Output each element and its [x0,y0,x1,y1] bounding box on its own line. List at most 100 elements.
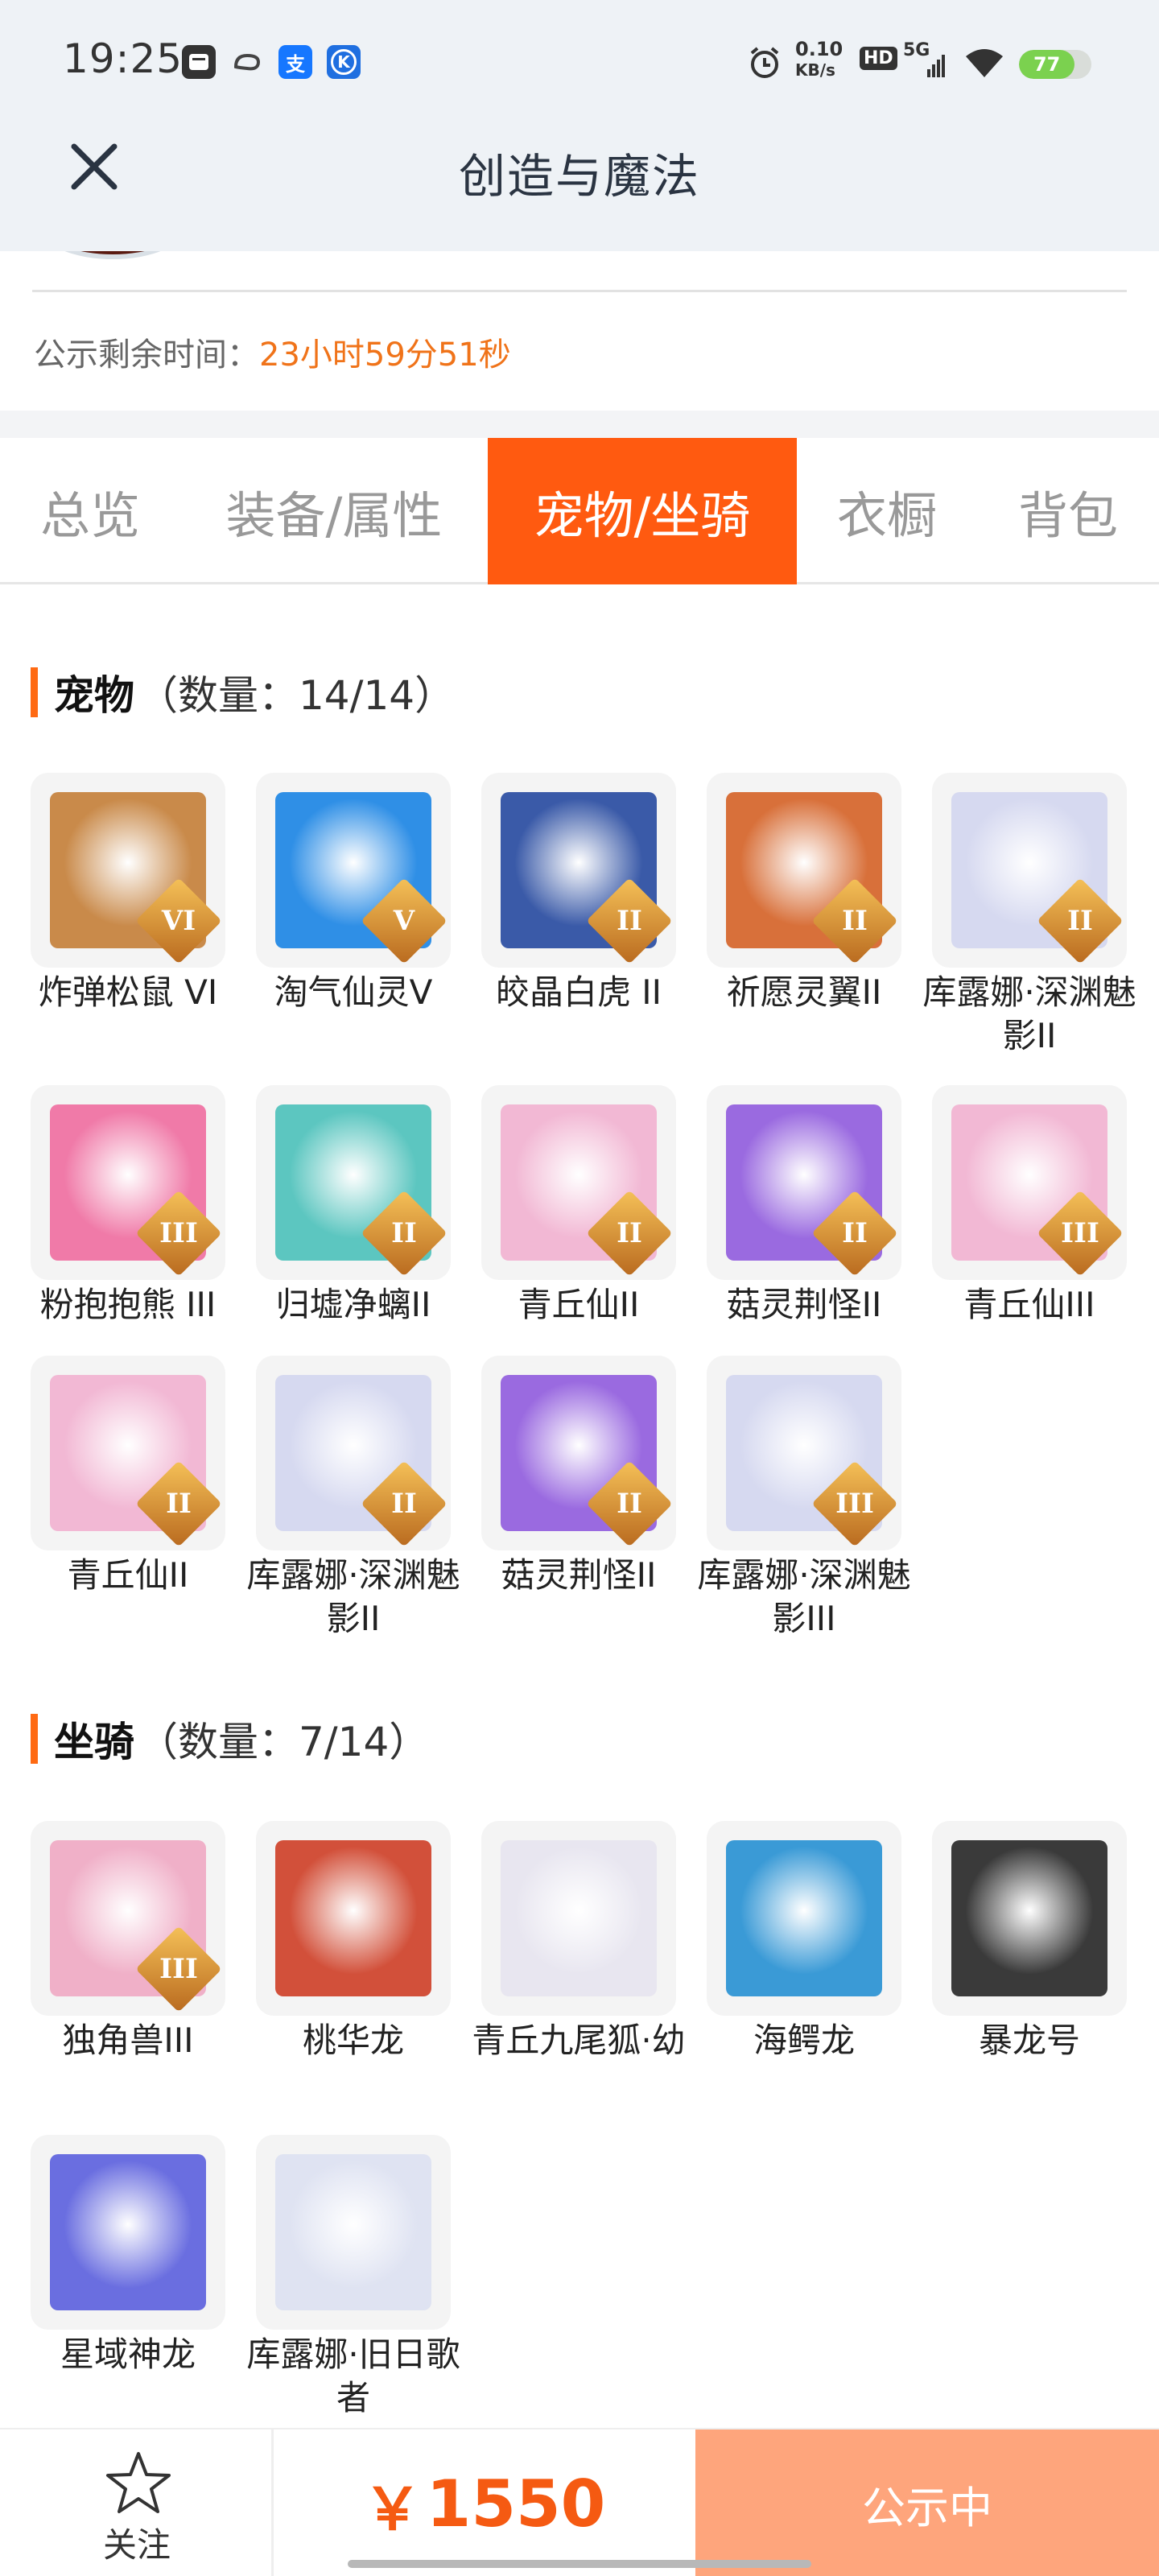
grade-badge-text: II [166,1488,192,1520]
pets-item[interactable]: II 青丘仙II [481,1085,676,1327]
grade-badge-text: VI [161,905,196,937]
top-area: 19:25 支 K 0.10 KB/s HD 5G 77 创造与魔法 [0,0,1159,251]
item-name: 粉抱抱熊 III [39,1285,217,1324]
signal-bars-icon [927,55,945,77]
mounts-item[interactable]: III 独角兽III [31,1821,225,2062]
notice-label: 公示剩余时间： [34,336,259,374]
mounts-count: （数量：7/14） [138,1719,430,1765]
pets-item[interactable]: II 青丘仙II [31,1356,225,1597]
price-value: 1550 [426,2466,606,2541]
follow-button[interactable]: 关注 [0,2429,274,2576]
item-art [50,2154,206,2310]
home-indicator[interactable] [348,2560,811,2568]
item-thumbnail: III [31,1085,225,1280]
price: ￥ 1550 [274,2429,695,2576]
pets-item[interactable]: II 菇灵荆怪II [481,1356,676,1597]
battery-indicator: 77 [1019,50,1091,79]
grade-badge-text: II [391,1217,417,1249]
message-icon [182,45,216,79]
item-name: 暴龙号 [978,2021,1080,2060]
mounts-item[interactable]: 暴龙号 [932,1821,1127,2062]
item-thumbnail: II [707,773,901,968]
grade-badge-text: III [159,1217,198,1249]
pets-item[interactable]: III 库露娜·深渊魅影III [697,1356,911,1641]
tab-equipment[interactable]: 装备/属性 [180,438,488,584]
item-name: 青丘仙II [67,1555,189,1595]
section-gap [0,411,1159,438]
avatar [32,251,185,261]
item-thumbnail: II [481,1356,676,1550]
item-name: 桃华龙 [302,2021,404,2060]
mounts-title: 坐骑 [54,1719,134,1765]
item-thumbnail: II [932,773,1127,968]
item-thumbnail: II [481,773,676,968]
item-thumbnail [932,1821,1127,2016]
tab-wardrobe[interactable]: 衣橱 [797,438,977,584]
grade-badge-text: III [1061,1217,1099,1249]
pets-item[interactable]: II 皎晶白虎 II [481,773,676,1014]
tab-overview[interactable]: 总览 [0,438,180,584]
mounts-item[interactable]: 星域神龙 [31,2135,225,2376]
item-name: 青丘仙III [963,1285,1095,1324]
pets-item[interactable]: II 库露娜·深渊魅影II [922,773,1136,1058]
net-speed: 0.10 KB/s [795,38,843,80]
grade-badge-text: II [391,1488,417,1520]
item-thumbnail: II [481,1085,676,1280]
mounts-item[interactable]: 海鳄龙 [707,1821,901,2062]
item-name: 祈愿灵翼II [726,972,882,1012]
mounts-item[interactable]: 库露娜·旧日歌者 [246,2135,460,2420]
item-name: 青丘九尾狐·幼 [472,2021,686,2060]
item-thumbnail: VI [31,773,225,968]
pets-item[interactable]: II 祈愿灵翼II [707,773,901,1014]
pets-count: （数量：14/14） [138,672,456,719]
pets-item[interactable]: II 归墟净螭II [256,1085,451,1327]
pets-item[interactable]: III 粉抱抱熊 III [31,1085,225,1327]
battery-level: 77 [1019,50,1075,79]
tab-pets-mounts[interactable]: 宠物/坐骑 [488,438,797,584]
pets-item[interactable]: III 青丘仙III [932,1085,1127,1327]
item-thumbnail: II [31,1356,225,1550]
item-art [501,1840,657,1996]
grade-badge-text: II [842,1217,868,1249]
item-thumbnail: II [256,1085,451,1280]
grade-badge-text: III [835,1488,874,1520]
pets-item[interactable]: VI 炸弹松鼠 VI [31,773,225,1014]
item-name: 淘气仙灵V [274,972,433,1012]
item-thumbnail: III [707,1356,901,1550]
alarm-icon [750,47,779,78]
hd-badge: HD [860,47,897,70]
mounts-item[interactable]: 青丘九尾狐·幼 [472,1821,686,2062]
pets-item[interactable]: II 库露娜·深渊魅影II [246,1356,460,1641]
mounts-item[interactable]: 桃华龙 [256,1821,451,2062]
item-thumbnail [707,1821,901,2016]
section-accent-bar [31,1714,38,1764]
item-name: 菇灵荆怪II [501,1555,657,1595]
currency-symbol: ￥ [363,2475,422,2543]
star-icon [106,2452,171,2513]
bottom-bar: 关注 ￥ 1550 公示中 [0,2428,1159,2576]
status-bar: 19:25 支 K 0.10 KB/s HD 5G 77 [0,0,1159,121]
grade-badge-text: II [617,1217,642,1249]
notice-value: 23小时59分51秒 [259,336,511,374]
public-notice-button[interactable]: 公示中 [695,2429,1159,2576]
signal-5g: 5G [903,40,930,60]
mounts-section-title: 坐骑 （数量：7/14） [31,1710,429,1768]
pets-item[interactable]: II 菇灵荆怪II [707,1085,901,1327]
item-name: 青丘仙II [518,1285,640,1324]
item-thumbnail [481,1821,676,2016]
grade-badge-text: III [159,1953,198,1985]
tab-backpack[interactable]: 背包 [977,438,1159,584]
item-name: 星域神龙 [60,2334,196,2374]
page-title: 创造与魔法 [458,149,700,204]
grade-badge-text: II [1067,905,1093,937]
item-name: 海鳄龙 [753,2021,855,2060]
item-thumbnail: V [256,773,451,968]
item-thumbnail: III [932,1085,1127,1280]
pets-section-title: 宠物 （数量：14/14） [31,663,455,721]
item-name: 库露娜·深渊魅影II [246,1555,460,1638]
item-art [951,1840,1107,1996]
item-thumbnail [256,2135,451,2330]
wifi-icon [966,49,1003,77]
pets-item[interactable]: V 淘气仙灵V [256,773,451,1014]
item-name: 归墟净螭II [275,1285,431,1324]
